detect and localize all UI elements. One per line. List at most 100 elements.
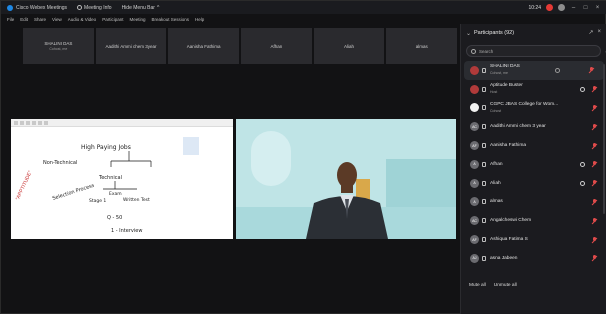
muted-mic-icon[interactable] (591, 104, 598, 112)
menu-help[interactable]: Help (195, 17, 204, 22)
muted-mic-icon[interactable] (591, 180, 598, 187)
handwritten-text: Written Test (123, 197, 150, 203)
app-title: Cisco Webex Meetings (7, 4, 67, 11)
menu-view[interactable]: View (52, 17, 62, 22)
tool-icon[interactable] (20, 120, 24, 125)
diagram-lines (103, 151, 152, 190)
tool-icon[interactable] (38, 120, 42, 125)
avatar: AF (470, 141, 479, 151)
device-icon (482, 105, 486, 111)
handwritten-text: 1 - Interview (111, 228, 142, 234)
avatar: A (470, 178, 479, 188)
menu-breakout-sessions[interactable]: Breakout Sessions (151, 17, 189, 22)
whiteboard-toolbar (11, 119, 233, 127)
meeting-clock: 10:24 (528, 4, 541, 11)
video-tile[interactable]: Aliah (313, 28, 385, 64)
tool-icon[interactable] (26, 120, 30, 125)
muted-mic-icon[interactable] (591, 86, 598, 93)
menu-participant[interactable]: Participant (102, 17, 123, 22)
list-item[interactable]: A Aliah (461, 174, 606, 193)
audio-level-icon (555, 67, 560, 73)
device-icon (482, 143, 486, 149)
list-item[interactable]: Aptitude Buster Host (461, 80, 606, 99)
chevron-down-icon[interactable]: ⌄ (466, 30, 474, 37)
device-icon (482, 86, 486, 92)
recording-icon[interactable] (546, 4, 553, 11)
participant-search-input[interactable]: Search ⇵ (466, 45, 606, 57)
device-icon (482, 67, 486, 73)
maximize-button[interactable]: □ (582, 5, 589, 11)
list-item[interactable]: AF Ashiqua Fatima S (461, 230, 606, 249)
meeting-info-button[interactable]: Meeting Info (77, 5, 112, 11)
hide-menu-bar-button[interactable]: Hide Menu Bar ^ (122, 5, 160, 11)
list-item[interactable]: AC Aadithi Ammi chem 3 year (461, 117, 606, 136)
muted-mic-icon[interactable] (591, 198, 598, 206)
muted-mic-icon[interactable] (591, 255, 598, 262)
avatar: AF (470, 235, 479, 245)
menu-edit[interactable]: Edit (20, 17, 28, 22)
menu-file[interactable]: File (7, 17, 14, 22)
webex-window: Cisco Webex Meetings Meeting Info Hide M… (0, 0, 606, 314)
muted-mic-icon[interactable] (591, 123, 598, 131)
muted-mic-icon[interactable] (588, 67, 595, 74)
search-icon (471, 48, 476, 54)
chevron-up-icon: ^ (156, 4, 160, 11)
title-bar: Cisco Webex Meetings Meeting Info Hide M… (1, 1, 606, 14)
minimize-button[interactable]: – (570, 5, 577, 11)
title-bar-right: 10:24 – □ × (528, 1, 601, 14)
muted-mic-icon[interactable] (591, 142, 598, 149)
list-item[interactable]: AJ asna Jabeen (461, 249, 606, 268)
device-icon (482, 199, 486, 205)
muted-mic-icon[interactable] (591, 236, 598, 243)
device-icon (482, 255, 486, 261)
webex-logo-icon (7, 4, 13, 11)
list-item[interactable]: AC Angalcheswi Chem (461, 211, 606, 230)
mute-all-button[interactable]: Mute all (469, 283, 486, 288)
participant-list-scrollbar[interactable] (603, 64, 605, 214)
camera-icon (580, 180, 585, 186)
camera-icon (580, 86, 585, 92)
handwritten-text: Non-Technical (43, 160, 77, 166)
menu-meeting[interactable]: Meeting (129, 17, 145, 22)
tool-icon[interactable] (44, 120, 48, 125)
video-tile[interactable]: almas (386, 28, 458, 64)
device-icon (482, 218, 486, 224)
tool-icon[interactable] (32, 120, 36, 125)
participants-header: ⌄ Participants (92) ↗ × (466, 29, 601, 37)
participant-list: SHALINI DAS Cohost, me Aptitude Buster H… (461, 61, 606, 268)
info-icon (77, 5, 83, 10)
handwritten-text: High Paying Jobs (81, 144, 131, 151)
avatar: A (470, 197, 479, 207)
list-item[interactable]: SHALINI DAS Cohost, me (464, 61, 604, 80)
list-item[interactable]: CGPC JBAS College for Wom... Cohost (461, 99, 606, 118)
menu-share[interactable]: Share (34, 17, 46, 22)
device-icon (482, 124, 486, 130)
avatar: AJ (470, 253, 479, 263)
unmute-all-button[interactable]: Unmute all (494, 283, 517, 288)
status-icon[interactable] (558, 4, 565, 11)
video-tile[interactable]: Afhan (241, 28, 312, 64)
muted-mic-icon[interactable] (591, 217, 598, 225)
close-button[interactable]: × (594, 5, 601, 11)
muted-mic-icon[interactable] (591, 161, 598, 168)
close-panel-icon[interactable]: × (597, 29, 601, 36)
list-item[interactable]: AF Aanisha Fathima (461, 136, 606, 155)
participants-footer: Mute all Unmute all (461, 278, 606, 292)
participants-panel: ⌄ Participants (92) ↗ × Search ⇵ SHALINI… (460, 24, 606, 314)
video-tile[interactable]: SHALINI DAS Cohost, me (23, 28, 94, 64)
whiteboard-canvas: High Paying Jobs Non-Technical Technical… (15, 137, 199, 234)
video-tile[interactable]: Aadithi Ammi chem 3year (95, 28, 167, 64)
video-filmstrip: SHALINI DAS Cohost, me Aadithi Ammi chem… (23, 28, 458, 64)
camera-icon (580, 161, 585, 167)
handwritten-text: Exam (109, 191, 122, 197)
video-tile[interactable]: Aanisha Fathima (168, 28, 240, 64)
avatar: AC (470, 122, 479, 132)
avatar (470, 65, 479, 75)
list-item[interactable]: A almas (461, 193, 606, 212)
popout-icon[interactable]: ↗ (588, 29, 593, 36)
device-icon (482, 237, 486, 243)
tool-icon[interactable] (14, 120, 18, 125)
list-item[interactable]: A Afhan (461, 155, 606, 174)
device-icon (482, 180, 486, 186)
menu-audio-video[interactable]: Audio & Video (68, 17, 96, 22)
